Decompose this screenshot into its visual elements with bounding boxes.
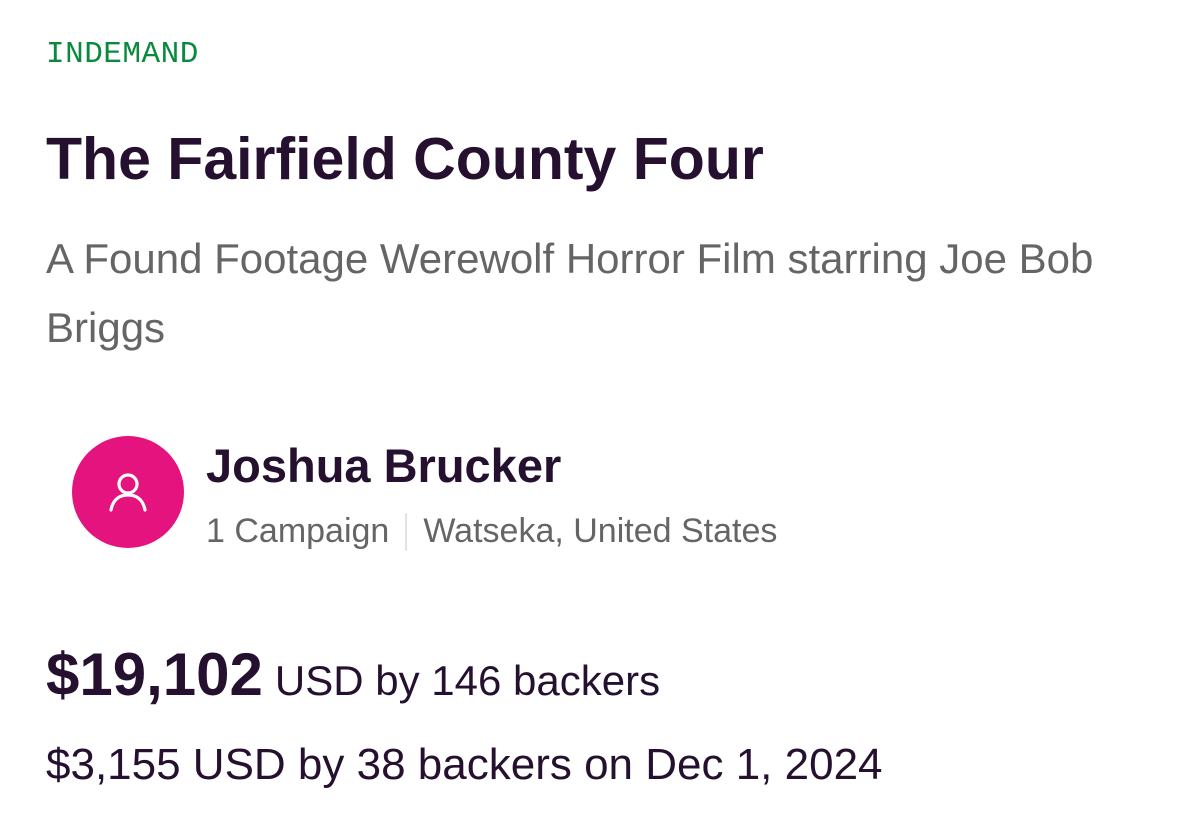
campaign-subtitle: A Found Footage Werewolf Horror Film sta…: [46, 235, 1094, 351]
funds-amount: $19,102: [46, 641, 263, 708]
campaign-count[interactable]: 1 Campaign: [206, 512, 389, 551]
indemand-badge: INDEMAND: [46, 37, 199, 72]
creator-block: Joshua Brucker 1 Campaign Watseka, Unite…: [72, 436, 777, 551]
campaign-title[interactable]: The Fairfield County Four: [46, 124, 764, 194]
creator-info: Joshua Brucker 1 Campaign Watseka, Unite…: [206, 438, 777, 551]
avatar[interactable]: [72, 436, 184, 548]
daily-funds: $3,155 USD by 38 backers on Dec 1, 2024: [46, 740, 883, 789]
creator-meta: 1 Campaign Watseka, United States: [206, 512, 777, 551]
funds-raised: $19,102 USD by 146 backers: [46, 640, 660, 709]
meta-divider: [405, 512, 408, 551]
creator-location: Watseka, United States: [423, 512, 778, 550]
creator-name[interactable]: Joshua Brucker: [206, 438, 777, 494]
funds-backers: USD by 146 backers: [274, 657, 661, 704]
user-icon: [109, 473, 147, 512]
